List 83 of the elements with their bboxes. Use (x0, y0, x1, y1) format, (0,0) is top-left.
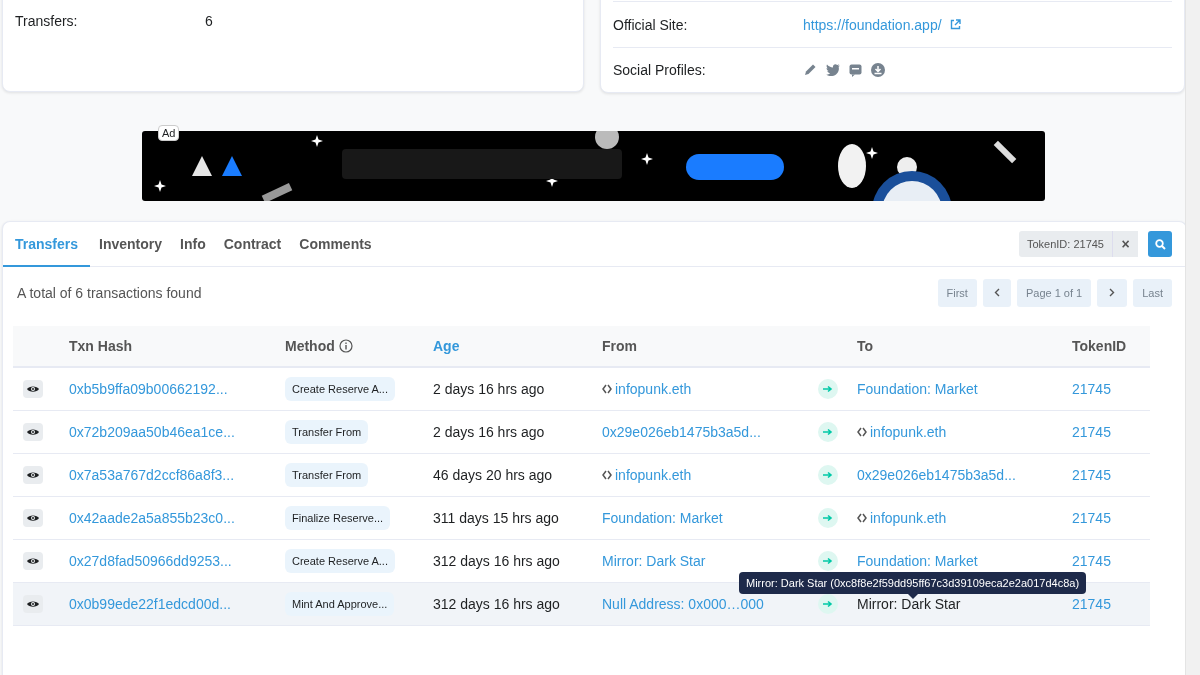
age-text: 2 days 16 hrs ago (433, 381, 545, 397)
address-link[interactable]: infopunk.eth (870, 510, 947, 526)
field-value: 6 (205, 13, 213, 29)
token-id-link[interactable]: 21745 (1072, 596, 1111, 612)
tab[interactable]: Comments (290, 222, 381, 267)
chevron-right-icon (1109, 288, 1116, 297)
preview-button[interactable] (23, 380, 43, 398)
eye-icon (27, 428, 39, 436)
search-icon (1154, 238, 1166, 250)
eye-icon (27, 557, 39, 565)
preview-button[interactable] (23, 466, 43, 484)
token-id-link[interactable]: 21745 (1072, 424, 1111, 440)
address-text: Mirror: Dark Star (857, 596, 961, 612)
eye-icon (27, 471, 39, 479)
token-id-link[interactable]: 21745 (1072, 467, 1111, 483)
field-label: Transfers: (15, 13, 79, 29)
address-link[interactable]: Mirror: Dark Star (602, 553, 706, 569)
address-link[interactable]: Null Address: 0x000…000 (602, 596, 764, 612)
tab[interactable]: Contract (214, 222, 291, 267)
method-badge: Mint And Approve... (285, 592, 395, 616)
method-badge: Create Reserve A... (285, 377, 395, 401)
address-link[interactable]: infopunk.eth (615, 467, 692, 483)
last-page-button[interactable]: Last (1133, 278, 1172, 307)
txn-hash-link[interactable]: 0x0b99ede22f1edcd00d... (69, 596, 231, 612)
txn-hash-link[interactable]: 0xb5b9ffa09b00662192... (69, 381, 228, 397)
txn-hash-link[interactable]: 0x42aade2a5a855b23c0... (69, 510, 235, 526)
ad-label: Ad (158, 125, 180, 141)
age-text: 2 days 16 hrs ago (433, 424, 545, 440)
age-text: 311 days 15 hrs ago (433, 510, 559, 526)
address-link[interactable]: Foundation: Market (602, 510, 723, 526)
column-header: Txn Hash (69, 338, 132, 354)
website-link[interactable]: https://foundation.app/ (803, 16, 942, 33)
eye-icon (27, 600, 39, 608)
download-icon[interactable] (871, 63, 885, 77)
chevron-left-icon (993, 288, 1000, 297)
field-label: Social Profiles: (613, 62, 707, 78)
address-link[interactable]: infopunk.eth (615, 381, 692, 397)
address-link[interactable]: Foundation: Market (857, 553, 978, 569)
filter-chip: TokenID: 21745 (1018, 231, 1112, 257)
column-header[interactable]: Age (433, 338, 460, 354)
address-link[interactable]: 0x29e026eb1475b3a5d... (857, 467, 1016, 483)
address-link[interactable]: infopunk.eth (870, 424, 947, 440)
column-header: TokenID (1072, 338, 1127, 354)
summary-text: A total of 6 transactions found (17, 284, 202, 301)
preview-button[interactable] (23, 595, 43, 613)
age-text: 312 days 16 hrs ago (433, 596, 560, 612)
tab[interactable]: Inventory (90, 222, 172, 267)
token-id-link[interactable]: 21745 (1072, 381, 1111, 397)
txn-hash-link[interactable]: 0x27d8fad50966dd9253... (69, 553, 232, 569)
method-badge: Create Reserve A... (285, 549, 395, 573)
txn-hash-link[interactable]: 0x7a53a767d2ccf86a8f3... (69, 467, 235, 483)
clear-filter-button[interactable]: × (1112, 231, 1138, 257)
preview-button[interactable] (23, 552, 43, 570)
page-indicator: Page 1 of 1 (1016, 278, 1092, 307)
preview-button[interactable] (23, 423, 43, 441)
method-badge: Transfer From (285, 420, 369, 444)
age-text: 46 days 20 hrs ago (433, 467, 553, 483)
chat-icon[interactable] (849, 63, 862, 77)
first-page-button[interactable]: First (937, 278, 977, 307)
age-text: 312 days 16 hrs ago (433, 553, 560, 569)
column-header: To (857, 338, 874, 354)
method-badge: Finalize Reserve... (285, 506, 391, 530)
search-button[interactable] (1148, 231, 1172, 257)
address-link[interactable]: Foundation: Market (857, 381, 978, 397)
tooltip: Mirror: Dark Star (0xc8f8e2f59dd95ff67c3d39109eca2e2a017d4c8a) (739, 572, 1087, 599)
pencil-icon[interactable] (803, 63, 817, 77)
token-id-link[interactable]: 21745 (1072, 553, 1111, 569)
tab[interactable]: Info (171, 222, 215, 267)
preview-button[interactable] (23, 509, 43, 527)
scrollbar[interactable] (1185, 0, 1200, 675)
external-link-icon (949, 19, 961, 30)
eye-icon (27, 514, 39, 522)
bird-icon[interactable] (826, 64, 840, 76)
token-id-link[interactable]: 21745 (1072, 510, 1111, 526)
field-label: Official Site: (613, 16, 689, 33)
tab[interactable]: Transfers (3, 222, 91, 267)
method-badge: Transfer From (285, 463, 369, 487)
eye-icon (27, 385, 39, 393)
column-header: From (602, 338, 637, 354)
column-header: Method (285, 338, 335, 354)
txn-hash-link[interactable]: 0x72b209aa50b46ea1ce... (69, 424, 235, 440)
address-link[interactable]: 0x29e026eb1475b3a5d... (602, 424, 761, 440)
previous-page-button[interactable] (982, 278, 1011, 307)
